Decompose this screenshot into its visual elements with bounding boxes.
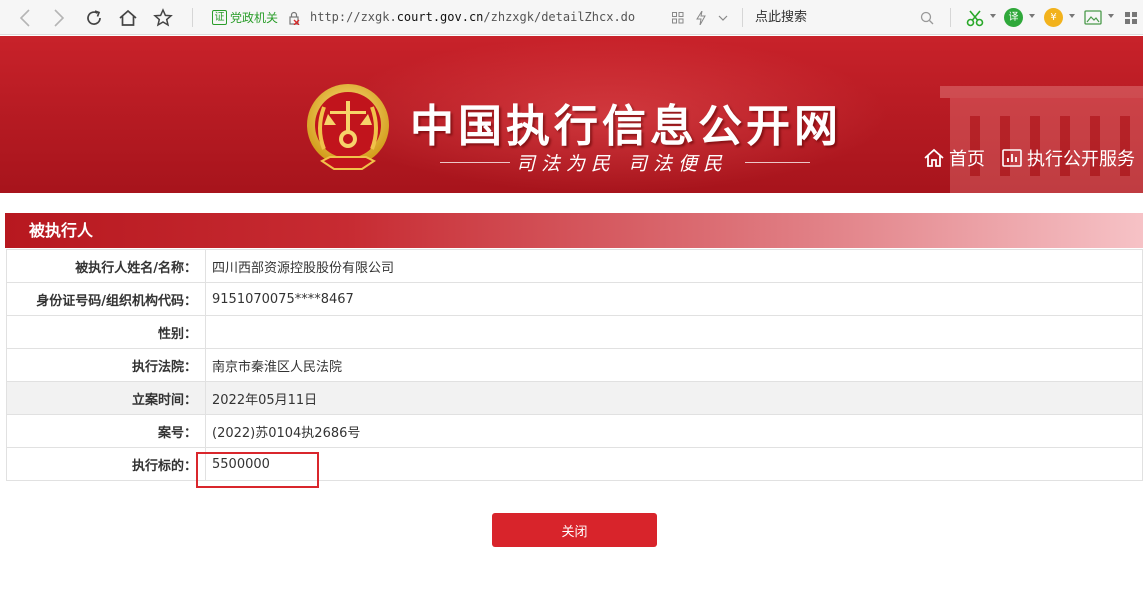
gov-site-label: 党政机关: [230, 11, 279, 25]
row-label: 被执行人姓名/名称：: [6, 249, 206, 283]
lightning-icon[interactable]: [693, 0, 709, 35]
row-value: (2022)苏0104执2686号: [205, 414, 1143, 448]
browser-toolbar: 证 党政机关 http://zxgk.court.gov.cn/zhzxgk/d…: [0, 0, 1143, 35]
row-value: 9151070075****8467: [205, 282, 1143, 316]
close-button[interactable]: 关闭: [492, 513, 657, 547]
amount-highlight-box: [196, 452, 319, 488]
apps-grid-icon[interactable]: [1122, 0, 1140, 35]
nav-home-label: 首页: [949, 149, 985, 170]
grid-apps-icon[interactable]: [670, 0, 686, 35]
nav-service[interactable]: 执行公开服务: [1001, 143, 1135, 173]
toolbar-separator: [742, 8, 743, 27]
back-icon[interactable]: [14, 0, 36, 35]
image-menu-caret[interactable]: [1108, 14, 1114, 18]
section-header: 被执行人: [5, 213, 1143, 248]
home-icon: [924, 148, 944, 167]
scissors-menu-caret[interactable]: [990, 14, 996, 18]
row-label: 执行标的：: [6, 447, 206, 481]
row-label: 执行法院：: [6, 348, 206, 382]
table-row: 执行标的： 5500000: [6, 447, 1143, 481]
chart-icon: [1002, 149, 1022, 167]
site-title: 中国执行信息公开网: [410, 101, 842, 152]
home-icon[interactable]: [117, 0, 139, 35]
url-path: /zhzxgk/detailZhcx.do: [483, 10, 636, 24]
toolbar-separator: [192, 8, 193, 27]
row-label: 身份证号码/组织机构代码：: [6, 282, 206, 316]
row-value: 5500000: [205, 447, 1143, 481]
chevron-down-icon[interactable]: [715, 0, 731, 35]
image-gallery-icon[interactable]: [1082, 0, 1104, 35]
site-banner: 中国执行信息公开网 司法为民 司法便民 首页 执行公开服务: [0, 36, 1143, 193]
url-prefix: http://zxgk.: [310, 10, 397, 24]
translate-icon[interactable]: 译: [1004, 8, 1023, 27]
row-value: 2022年05月11日: [205, 381, 1143, 415]
nav-service-label: 执行公开服务: [1027, 149, 1135, 170]
court-emblem-icon: [307, 84, 389, 170]
row-value: [205, 315, 1143, 349]
url-domain: court.gov.cn: [396, 10, 484, 24]
gov-site-badge[interactable]: 证 党政机关: [212, 8, 278, 27]
table-row: 立案时间： 2022年05月11日: [6, 381, 1143, 415]
coin-icon[interactable]: ¥: [1044, 8, 1063, 27]
row-value: 四川西部资源控股股份有限公司: [205, 249, 1143, 283]
table-row: 身份证号码/组织机构代码： 9151070075****8467: [6, 282, 1143, 316]
site-slogan: 司法为民 司法便民: [516, 153, 729, 175]
translate-menu-caret[interactable]: [1029, 14, 1035, 18]
table-row: 执行法院： 南京市秦淮区人民法院: [6, 348, 1143, 382]
nav-home[interactable]: 首页: [923, 143, 985, 173]
search-input[interactable]: 点此搜索: [755, 0, 807, 35]
row-label: 立案时间：: [6, 381, 206, 415]
address-bar-url[interactable]: http://zxgk.court.gov.cn/zhzxgk/detailZh…: [310, 0, 635, 35]
row-label: 性别：: [6, 315, 206, 349]
bookmark-star-icon[interactable]: [152, 0, 174, 35]
table-row: 被执行人姓名/名称： 四川西部资源控股股份有限公司: [6, 249, 1143, 283]
slogan-right-line: [745, 162, 810, 163]
insecure-connection-icon[interactable]: [286, 0, 302, 35]
refresh-icon[interactable]: [83, 0, 105, 35]
search-icon[interactable]: [918, 0, 936, 35]
certificate-icon: 证: [212, 10, 227, 25]
table-row: 性别：: [6, 315, 1143, 349]
debtor-details-table: 被执行人姓名/名称： 四川西部资源控股股份有限公司 身份证号码/组织机构代码： …: [6, 249, 1143, 481]
row-value: 南京市秦淮区人民法院: [205, 348, 1143, 382]
section-title: 被执行人: [29, 221, 94, 240]
coin-menu-caret[interactable]: [1069, 14, 1075, 18]
toolbar-separator: [950, 8, 951, 27]
forward-icon[interactable]: [48, 0, 70, 35]
scissors-icon[interactable]: [964, 0, 986, 35]
table-row: 案号： (2022)苏0104执2686号: [6, 414, 1143, 448]
row-label: 案号：: [6, 414, 206, 448]
slogan-left-line: [440, 162, 510, 163]
